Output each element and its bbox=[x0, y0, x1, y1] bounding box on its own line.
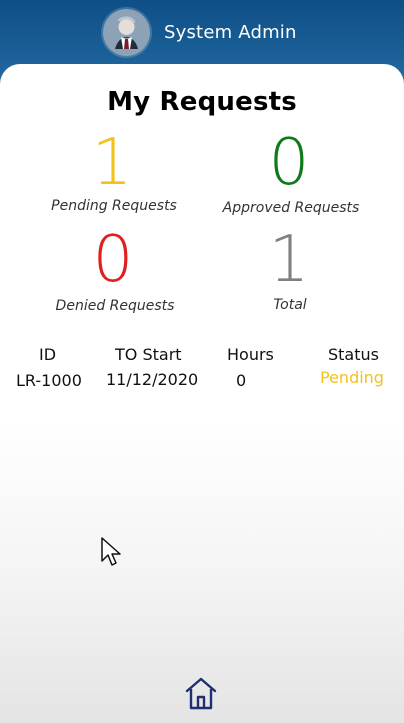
cursor-icon bbox=[101, 537, 121, 566]
approved-requests-label: Approved Requests bbox=[222, 200, 360, 216]
approved-requests-count: 0 bbox=[268, 126, 310, 200]
denied-requests-label: Denied Requests bbox=[55, 298, 175, 314]
request-status-cell: Pending bbox=[320, 368, 384, 387]
avatar[interactable] bbox=[103, 9, 150, 56]
requests-card bbox=[0, 64, 404, 723]
column-id-header: ID bbox=[39, 345, 57, 364]
total-requests-count: 1 bbox=[268, 223, 310, 297]
request-hours-cell: 0 bbox=[236, 371, 247, 390]
home-icon bbox=[185, 677, 217, 710]
total-requests-label: Total bbox=[273, 297, 307, 313]
column-status-header: Status bbox=[328, 345, 379, 364]
pending-requests-count: 1 bbox=[91, 126, 133, 200]
page-title: My Requests bbox=[107, 87, 297, 117]
column-hours-header: Hours bbox=[227, 345, 274, 364]
avatar-image bbox=[103, 9, 150, 56]
user-name: System Admin bbox=[164, 22, 297, 43]
column-to-start-header: TO Start bbox=[115, 345, 182, 364]
request-id-cell: LR-1000 bbox=[16, 371, 82, 390]
pending-requests-label: Pending Requests bbox=[51, 198, 177, 214]
denied-requests-count: 0 bbox=[92, 223, 134, 297]
home-button[interactable] bbox=[181, 673, 221, 713]
request-start-date-cell: 11/12/2020 bbox=[106, 370, 199, 389]
